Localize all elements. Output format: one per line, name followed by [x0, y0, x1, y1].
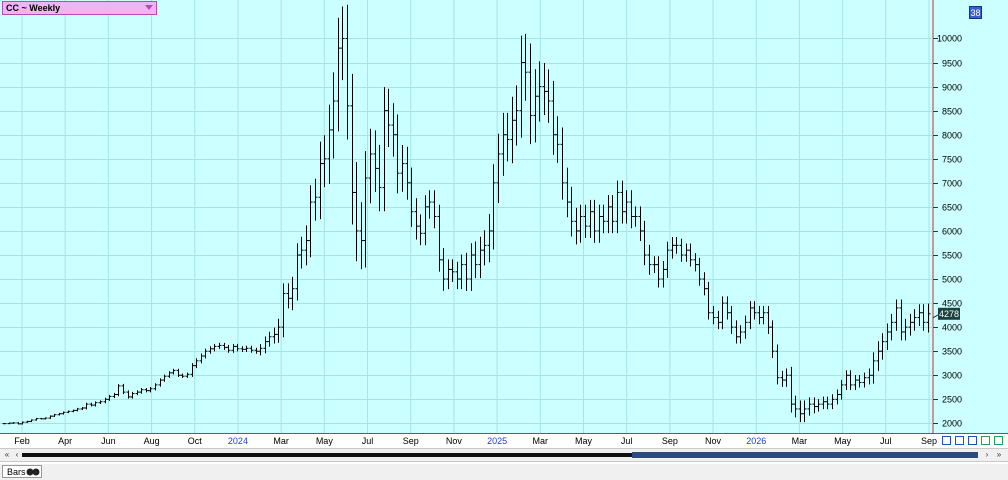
status-bar: Bars: [0, 464, 1008, 480]
last-price-label: 4278: [939, 309, 959, 319]
y-tick-label: 2500: [942, 395, 962, 405]
scroll-fast-left-icon[interactable]: «: [2, 450, 12, 460]
y-tick-label: 3000: [942, 371, 962, 381]
y-tick-label: 7500: [942, 155, 962, 165]
time-scrollbar[interactable]: « ‹ › »: [0, 448, 1008, 462]
plot-area: [0, 0, 933, 434]
window-badge[interactable]: 38: [969, 6, 982, 19]
scroll-thumb[interactable]: [632, 452, 978, 458]
x-tick-label: Nov: [446, 436, 463, 446]
x-tick-label: Sep: [403, 436, 419, 446]
x-tick-label: Feb: [14, 436, 30, 446]
link-icon: [26, 468, 40, 476]
y-tick-label: 5000: [942, 275, 962, 285]
tab-bars[interactable]: Bars: [2, 465, 42, 478]
x-tick-label: May: [575, 436, 593, 446]
symbol-selector[interactable]: CC ~ Weekly: [2, 1, 157, 15]
x-tick-label: May: [834, 436, 852, 446]
x-tick-label: Jun: [101, 436, 116, 446]
y-tick-label: 5500: [942, 251, 962, 261]
y-tick-label: 9500: [942, 59, 962, 69]
x-tick-label: May: [316, 436, 334, 446]
tool-icon-5[interactable]: [994, 436, 1003, 445]
tool-icon-4[interactable]: [981, 436, 990, 445]
x-tick-label: Sep: [662, 436, 678, 446]
y-tick-label: 8500: [942, 107, 962, 117]
tool-icon-3[interactable]: [968, 436, 977, 445]
symbol-title: CC ~ Weekly: [6, 3, 61, 13]
scroll-fast-right-icon[interactable]: »: [994, 450, 1004, 460]
scroll-left-icon[interactable]: ‹: [12, 450, 22, 460]
y-tick-label: 7000: [942, 179, 962, 189]
tool-icon-1[interactable]: [942, 436, 951, 445]
tab-bars-label: Bars: [7, 467, 26, 477]
x-tick-label: Jul: [362, 436, 374, 446]
y-tick-label: 4500: [942, 299, 962, 309]
x-tick-label: Mar: [533, 436, 549, 446]
ohlc-bar: [2, 422, 7, 425]
y-tick-label: 8000: [942, 131, 962, 141]
tool-icon-2[interactable]: [955, 436, 964, 445]
chevron-down-icon[interactable]: [145, 5, 153, 10]
x-tick-label: 2024: [228, 436, 248, 446]
x-tick-label: Jul: [621, 436, 633, 446]
price-chart[interactable]: 2000 2500 3000 3500 4000 4500 5000 5500 6000 6500…: [0, 0, 1008, 448]
x-tick-label: 2026: [746, 436, 766, 446]
x-tick-label: 2025: [487, 436, 507, 446]
x-tick-label: Mar: [792, 436, 808, 446]
y-tick-label: 6500: [942, 203, 962, 213]
x-tick-label: Oct: [188, 436, 203, 446]
x-tick-label: Aug: [144, 436, 160, 446]
chart-window: 2000 2500 3000 3500 4000 4500 5000 5500 6000 6500…: [0, 0, 1008, 480]
y-tick-label: 2000: [942, 419, 962, 429]
y-tick-label: 9000: [942, 83, 962, 93]
x-tick-label: Jul: [880, 436, 892, 446]
y-tick-label: 10000: [937, 34, 962, 44]
x-tick-label: Sep: [921, 436, 937, 446]
x-tick-label: Mar: [273, 436, 289, 446]
y-tick-label: 3500: [942, 347, 962, 357]
x-tick-label: Apr: [58, 436, 72, 446]
y-tick-label: 4000: [942, 323, 962, 333]
x-tick-label: Nov: [705, 436, 722, 446]
scroll-right-icon[interactable]: ›: [982, 450, 992, 460]
y-tick-label: 6000: [942, 227, 962, 237]
